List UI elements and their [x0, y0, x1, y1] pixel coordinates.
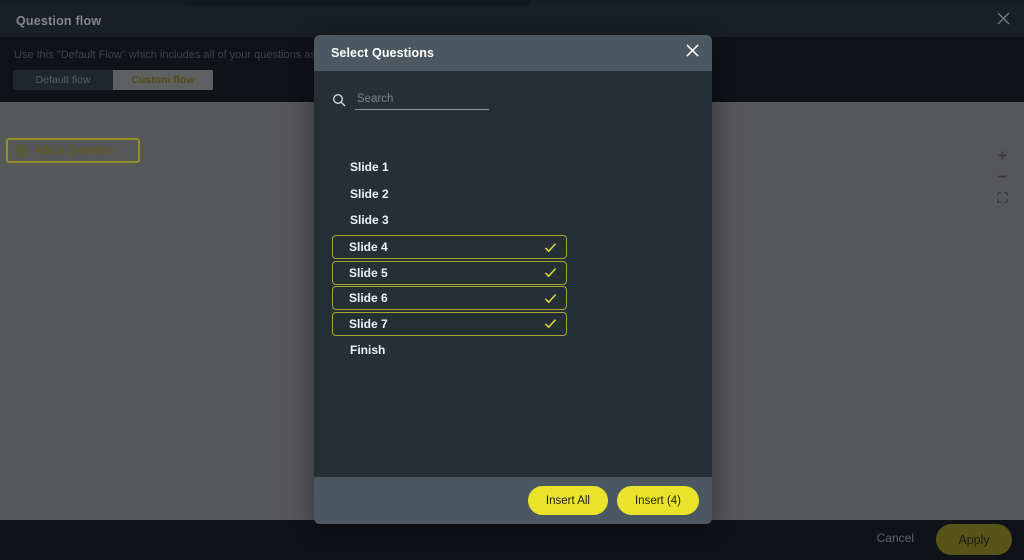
zoom-in-button[interactable] [992, 146, 1012, 167]
close-icon [996, 12, 1010, 30]
window-close-button[interactable] [990, 9, 1016, 33]
flow-tab-group: Default flow Custom flow [13, 70, 213, 90]
page-title: Question flow [16, 14, 102, 28]
insert-button[interactable]: Insert (4) [616, 486, 699, 515]
list-item-selected[interactable]: Slide 6 [332, 286, 567, 310]
list-item-selected[interactable]: Slide 5 [332, 260, 567, 285]
list-item-label: Slide 6 [349, 291, 388, 305]
add-question-button[interactable]: Add a Question [6, 138, 140, 163]
question-flow-footer: Cancel Apply [0, 520, 1024, 560]
modal-body: Slide 1 Slide 2 Slide 3 Slide 4 [314, 71, 712, 477]
close-icon [685, 44, 699, 62]
tab-custom-flow-label: Custom flow [131, 74, 195, 86]
plus-icon [997, 148, 1008, 166]
check-icon [544, 317, 557, 330]
list-item-selected[interactable]: Slide 7 [332, 311, 567, 336]
list-item[interactable]: Slide 3 [332, 207, 694, 234]
tab-default-flow[interactable]: Default flow [13, 70, 113, 90]
fit-screen-button[interactable] [992, 188, 1012, 209]
add-question-label: Add a Question [34, 144, 114, 157]
plus-circle-icon [15, 144, 28, 157]
list-item-label: Finish [350, 343, 386, 358]
insert-all-button[interactable]: Insert All [527, 486, 608, 515]
list-item[interactable]: Slide 2 [332, 181, 694, 208]
select-questions-modal: Select Questions Search Slide 1 Slide 2 … [314, 35, 712, 524]
minus-icon [997, 169, 1008, 187]
modal-header: Select Questions [314, 35, 712, 71]
zoom-controls [992, 146, 1012, 209]
search-input[interactable] [355, 93, 489, 110]
check-icon [544, 241, 557, 254]
tab-default-flow-label: Default flow [35, 74, 91, 86]
question-list: Slide 1 Slide 2 Slide 3 Slide 4 Slide 5 … [332, 154, 694, 364]
search-icon [332, 93, 346, 107]
list-item-label: Slide 5 [349, 265, 388, 280]
modal-title: Select Questions [331, 46, 435, 60]
list-item-label: Slide 3 [350, 213, 389, 228]
tab-custom-flow[interactable]: Custom flow [113, 70, 213, 90]
list-item[interactable]: Finish [332, 337, 694, 364]
list-item-label: Slide 2 [350, 186, 389, 201]
list-item-label: Slide 4 [349, 240, 388, 254]
list-item-selected[interactable]: Slide 4 [332, 235, 567, 259]
cancel-button[interactable]: Cancel [877, 531, 914, 545]
check-icon [544, 292, 557, 305]
zoom-out-button[interactable] [992, 167, 1012, 188]
modal-close-button[interactable] [682, 43, 702, 63]
list-item-label: Slide 1 [350, 160, 389, 175]
modal-footer: Insert All Insert (4) [314, 477, 712, 524]
question-flow-titlebar: Question flow [0, 5, 1024, 37]
app-root: Question flow Use this "Default Flow" wh… [0, 0, 1024, 560]
expand-icon [996, 190, 1008, 208]
check-icon [544, 266, 557, 279]
list-item[interactable]: Slide 1 [332, 154, 694, 181]
list-item-label: Slide 7 [349, 316, 388, 331]
apply-button[interactable]: Apply [936, 524, 1012, 555]
search-row [332, 93, 489, 110]
